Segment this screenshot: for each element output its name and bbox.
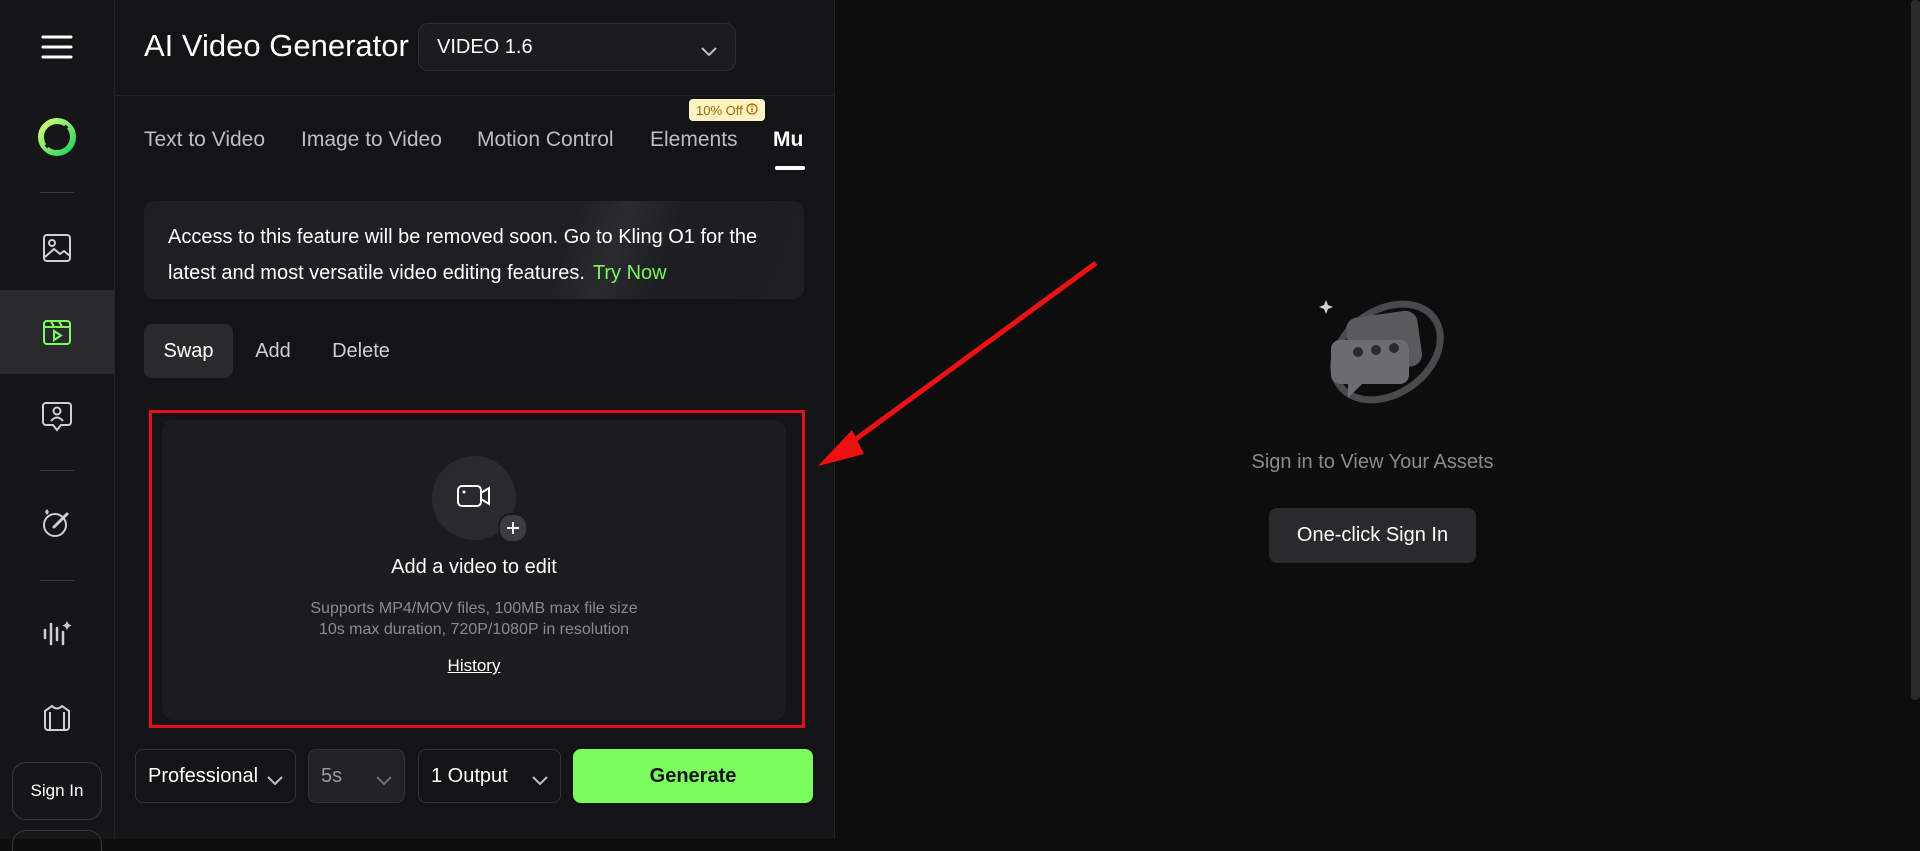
upload-requirements: Supports MP4/MOV files, 100MB max file s…: [162, 598, 786, 640]
mode-add-button[interactable]: Add: [241, 324, 305, 378]
home-logo-button[interactable]: [0, 95, 114, 179]
rail-item-audio[interactable]: [0, 592, 114, 676]
left-rail: Sign In: [0, 0, 115, 851]
tab-elements[interactable]: Elements: [650, 128, 738, 152]
video-upload-dropzone[interactable]: Add a video to edit Supports MP4/MOV fil…: [162, 420, 786, 720]
rail-bottom-item[interactable]: [12, 830, 102, 851]
add-icon: [498, 513, 528, 543]
tab-motion-control[interactable]: Motion Control: [477, 128, 614, 152]
badge-label: 10% Off: [696, 102, 743, 118]
duration-select-value: 5s: [321, 764, 343, 787]
brush-icon: [40, 507, 74, 541]
image-icon: [41, 232, 73, 264]
video-icon: [41, 316, 73, 348]
rail-item-image[interactable]: [0, 206, 114, 290]
hamburger-icon: [41, 34, 73, 60]
active-tab-indicator: [775, 166, 805, 170]
menu-button[interactable]: [0, 5, 114, 89]
tab-text-to-video[interactable]: Text to Video: [144, 128, 265, 152]
assets-empty-message: Sign in to View Your Assets: [1251, 451, 1494, 473]
chevron-down-icon: [701, 40, 717, 63]
rail-divider: [40, 470, 74, 471]
control-panel: AI Video Generator VIDEO 1.6 10% Off Tex…: [115, 0, 835, 839]
discount-badge[interactable]: 10% Off: [689, 99, 765, 121]
model-select-value: VIDEO 1.6: [437, 35, 533, 58]
panel-header: AI Video Generator VIDEO 1.6: [115, 0, 834, 96]
quality-select[interactable]: Professional: [135, 749, 296, 803]
tab-image-to-video[interactable]: Image to Video: [301, 128, 442, 152]
deprecation-notice: Access to this feature will be removed s…: [144, 201, 804, 299]
page-title: AI Video Generator: [144, 28, 409, 63]
mode-tabs: Text to Video Image to Video Motion Cont…: [144, 128, 834, 168]
chat-bubbles-icon: [1310, 290, 1450, 425]
logo-icon: [37, 117, 77, 157]
output-count-value: 1 Output: [431, 764, 508, 787]
history-row: History: [162, 656, 786, 676]
sign-in-button[interactable]: Sign In: [12, 762, 102, 820]
mode-swap-button[interactable]: Swap: [144, 324, 233, 378]
tab-multi-elements[interactable]: Mu: [773, 128, 803, 152]
assets-panel: Sign in to View Your Assets One-click Si…: [835, 0, 1920, 839]
try-now-link[interactable]: Try Now: [593, 262, 667, 284]
upload-requirements-line: 10s max duration, 720P/1080P in resoluti…: [318, 621, 630, 638]
rail-item-apparel[interactable]: [0, 676, 114, 760]
history-link[interactable]: History: [448, 656, 501, 675]
upload-title: Add a video to edit: [391, 556, 557, 578]
rail-divider: [40, 580, 74, 581]
tshirt-icon: [41, 702, 73, 734]
model-select[interactable]: VIDEO 1.6: [418, 23, 736, 71]
mode-delete-button[interactable]: Delete: [314, 324, 408, 378]
notice-text: Access to this feature will be removed s…: [168, 226, 758, 284]
chevron-down-icon: [532, 769, 548, 792]
duration-select[interactable]: 5s: [308, 749, 405, 803]
info-icon: [746, 102, 758, 118]
rail-divider: [40, 192, 74, 193]
generate-button[interactable]: Generate: [573, 749, 813, 803]
rail-item-edit[interactable]: [0, 482, 114, 566]
one-click-sign-in-button[interactable]: One-click Sign In: [1269, 508, 1476, 563]
audio-icon: [41, 618, 73, 650]
quality-select-value: Professional: [148, 764, 259, 787]
avatar-icon: [41, 399, 73, 433]
rail-item-video[interactable]: [0, 290, 114, 374]
output-count-select[interactable]: 1 Output: [418, 749, 561, 803]
rail-item-avatar[interactable]: [0, 374, 114, 458]
video-camera-icon: [456, 482, 492, 515]
chevron-down-icon: [267, 769, 283, 792]
chevron-down-icon: [376, 769, 392, 792]
scrollbar[interactable]: [1911, 0, 1920, 700]
upload-requirements-line: Supports MP4/MOV files, 100MB max file s…: [310, 600, 638, 617]
